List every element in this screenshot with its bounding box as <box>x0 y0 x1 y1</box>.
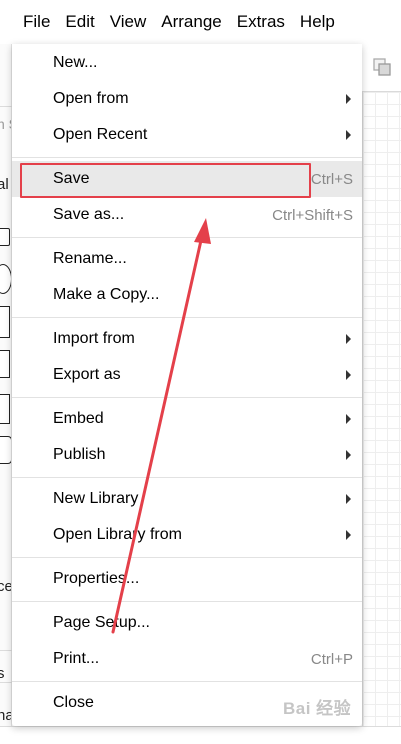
menu-separator <box>12 237 362 238</box>
submenu-arrow-icon <box>346 334 351 344</box>
shortcut-label: Ctrl+Shift+S <box>272 206 353 224</box>
menu-separator <box>12 317 362 318</box>
menu-item-page-setup[interactable]: Page Setup... <box>12 605 362 641</box>
annotation-highlight-box <box>20 163 311 198</box>
menu-file[interactable]: File <box>23 0 50 44</box>
sidebar-fragment: ha <box>0 707 11 724</box>
menu-item-label: Page Setup... <box>53 614 150 631</box>
status-bar <box>0 726 401 744</box>
search-fragment: n S <box>0 116 11 132</box>
submenu-arrow-icon <box>346 450 351 460</box>
triangle-shape-icon[interactable] <box>0 306 10 338</box>
menubar: File Edit View Arrange Extras Help <box>0 0 401 44</box>
menu-arrange[interactable]: Arrange <box>161 0 221 44</box>
menu-item-open-library-from[interactable]: Open Library from <box>12 517 362 553</box>
menu-item-label: Open Library from <box>53 526 182 543</box>
menu-item-make-a-copy[interactable]: Make a Copy... <box>12 277 362 313</box>
divider <box>0 106 12 107</box>
menu-item-label: New Library <box>53 490 139 507</box>
menu-item-label: Import from <box>53 330 135 347</box>
menu-item-label: Print... <box>53 650 100 667</box>
menu-item-export-as[interactable]: Export as <box>12 357 362 393</box>
menu-item-label: Embed <box>53 410 104 427</box>
diagram-canvas[interactable] <box>362 92 401 744</box>
menu-item-label: Close <box>53 694 94 711</box>
menu-item-import-from[interactable]: Import from <box>12 321 362 357</box>
menu-item-print[interactable]: Print... Ctrl+P <box>12 641 362 677</box>
menu-item-embed[interactable]: Embed <box>12 401 362 437</box>
sidebar-fragment: ce <box>0 578 11 595</box>
menu-view[interactable]: View <box>110 0 147 44</box>
submenu-arrow-icon <box>346 94 351 104</box>
menu-separator <box>12 557 362 558</box>
menu-help[interactable]: Help <box>300 0 335 44</box>
to-back-icon[interactable] <box>373 58 391 76</box>
rectangle-shape-icon[interactable] <box>0 228 10 246</box>
submenu-arrow-icon <box>346 370 351 380</box>
menu-item-new[interactable]: New... <box>12 45 362 81</box>
file-menu: New... Open from Open Recent Save Ctrl+S… <box>12 44 362 726</box>
menu-item-label: Make a Copy... <box>53 286 160 303</box>
divider <box>0 682 12 683</box>
menu-extras[interactable]: Extras <box>237 0 285 44</box>
menu-item-properties[interactable]: Properties... <box>12 561 362 597</box>
submenu-arrow-icon <box>346 414 351 424</box>
ellipse-shape-icon[interactable] <box>0 264 11 294</box>
submenu-arrow-icon <box>346 494 351 504</box>
sidebar-fragment: s <box>0 665 5 682</box>
menu-item-open-from[interactable]: Open from <box>12 81 362 117</box>
menu-item-label: Rename... <box>53 250 127 267</box>
menu-item-label: Export as <box>53 366 121 383</box>
submenu-arrow-icon <box>346 530 351 540</box>
menu-separator <box>12 397 362 398</box>
menu-item-publish[interactable]: Publish <box>12 437 362 473</box>
sidebar-fragment: al <box>0 176 9 193</box>
shortcut-label: Ctrl+P <box>310 650 353 668</box>
menu-item-label: New... <box>53 54 98 71</box>
hexagon-shape-icon[interactable] <box>0 436 11 464</box>
cube-shape-icon[interactable] <box>0 350 10 378</box>
pentagon-shape-icon[interactable] <box>0 394 10 424</box>
menu-separator <box>12 477 362 478</box>
menu-item-save-as[interactable]: Save as... Ctrl+Shift+S <box>12 197 362 233</box>
menu-item-new-library[interactable]: New Library <box>12 481 362 517</box>
menu-separator <box>12 157 362 158</box>
watermark-logo: Bai 经验 <box>283 699 352 718</box>
menu-separator <box>12 681 362 682</box>
shapes-sidebar: n S al ce s ha <box>0 44 12 744</box>
menu-item-label: Open Recent <box>53 126 148 143</box>
divider <box>0 650 12 651</box>
menu-item-label: Open from <box>53 90 129 107</box>
menu-item-label: Properties... <box>53 570 140 587</box>
menu-item-open-recent[interactable]: Open Recent <box>12 117 362 153</box>
menu-separator <box>12 601 362 602</box>
menu-item-rename[interactable]: Rename... <box>12 241 362 277</box>
submenu-arrow-icon <box>346 130 351 140</box>
toolbar <box>362 44 401 92</box>
menu-item-label: Save as... <box>53 206 125 223</box>
shortcut-label: Ctrl+S <box>310 170 353 188</box>
menu-item-label: Publish <box>53 446 106 463</box>
menu-edit[interactable]: Edit <box>65 0 94 44</box>
